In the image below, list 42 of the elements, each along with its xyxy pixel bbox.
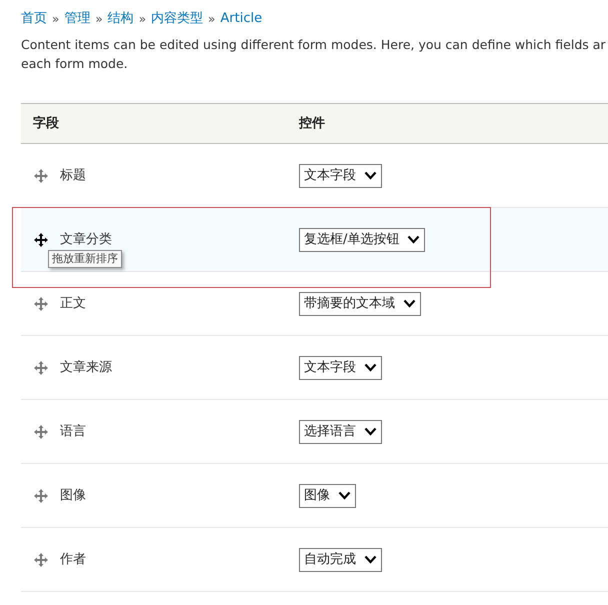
description-text: each form mode. xyxy=(21,55,128,73)
widget-select[interactable]: 选择语言 xyxy=(299,420,382,444)
field-name: 语言 xyxy=(60,422,86,441)
field-name: 文章分类 xyxy=(60,230,112,249)
column-header: 控件 xyxy=(299,114,325,133)
breadcrumb-link[interactable]: 内容类型 xyxy=(151,9,204,29)
breadcrumb-link[interactable]: 管理 xyxy=(64,9,90,29)
drag-handle-icon[interactable] xyxy=(34,296,48,310)
drag-handle-icon[interactable] xyxy=(34,424,48,438)
chevron-down-icon xyxy=(364,363,377,372)
breadcrumb-link[interactable]: 结构 xyxy=(108,9,134,29)
field-name: 作者 xyxy=(60,550,86,569)
chevron-down-icon xyxy=(364,555,377,564)
breadcrumb-link[interactable]: Article xyxy=(220,9,262,29)
drag-handle-icon[interactable] xyxy=(34,488,48,502)
field-name: 标题 xyxy=(60,166,86,185)
field-name: 文章来源 xyxy=(60,358,112,377)
chevron-down-icon xyxy=(338,491,351,500)
field-name: 图像 xyxy=(60,486,86,505)
field-name: 正文 xyxy=(60,294,86,313)
chevron-down-icon xyxy=(403,299,416,308)
drag-handle-icon[interactable] xyxy=(34,552,48,566)
widget-select[interactable]: 复选框/单选按钮 xyxy=(299,228,426,252)
breadcrumb-separator: » xyxy=(95,11,103,28)
widget-select[interactable]: 文本字段 xyxy=(299,356,382,380)
drag-handle-icon[interactable] xyxy=(34,360,48,374)
widget-select[interactable]: 自动完成 xyxy=(299,548,382,572)
breadcrumb-link[interactable]: 首页 xyxy=(21,9,47,29)
tooltip: 拖放重新排序 xyxy=(48,250,122,268)
widget-select[interactable]: 文本字段 xyxy=(299,164,382,188)
breadcrumb-separator: » xyxy=(52,11,60,28)
column-header: 字段 xyxy=(32,114,60,133)
widget-select[interactable]: 图像 xyxy=(299,484,356,508)
chevron-down-icon xyxy=(364,171,377,180)
chevron-down-icon xyxy=(364,427,377,436)
breadcrumb-separator: » xyxy=(138,11,146,28)
breadcrumb-separator: » xyxy=(208,11,216,28)
description-text: Content items can be edited using different form modes. Here, you can define which fields ar xyxy=(21,36,606,54)
chevron-down-icon xyxy=(407,235,420,244)
drag-handle-icon[interactable] xyxy=(34,168,48,182)
widget-select[interactable]: 带摘要的文本域 xyxy=(299,292,421,316)
drag-handle-icon[interactable] xyxy=(34,232,48,246)
